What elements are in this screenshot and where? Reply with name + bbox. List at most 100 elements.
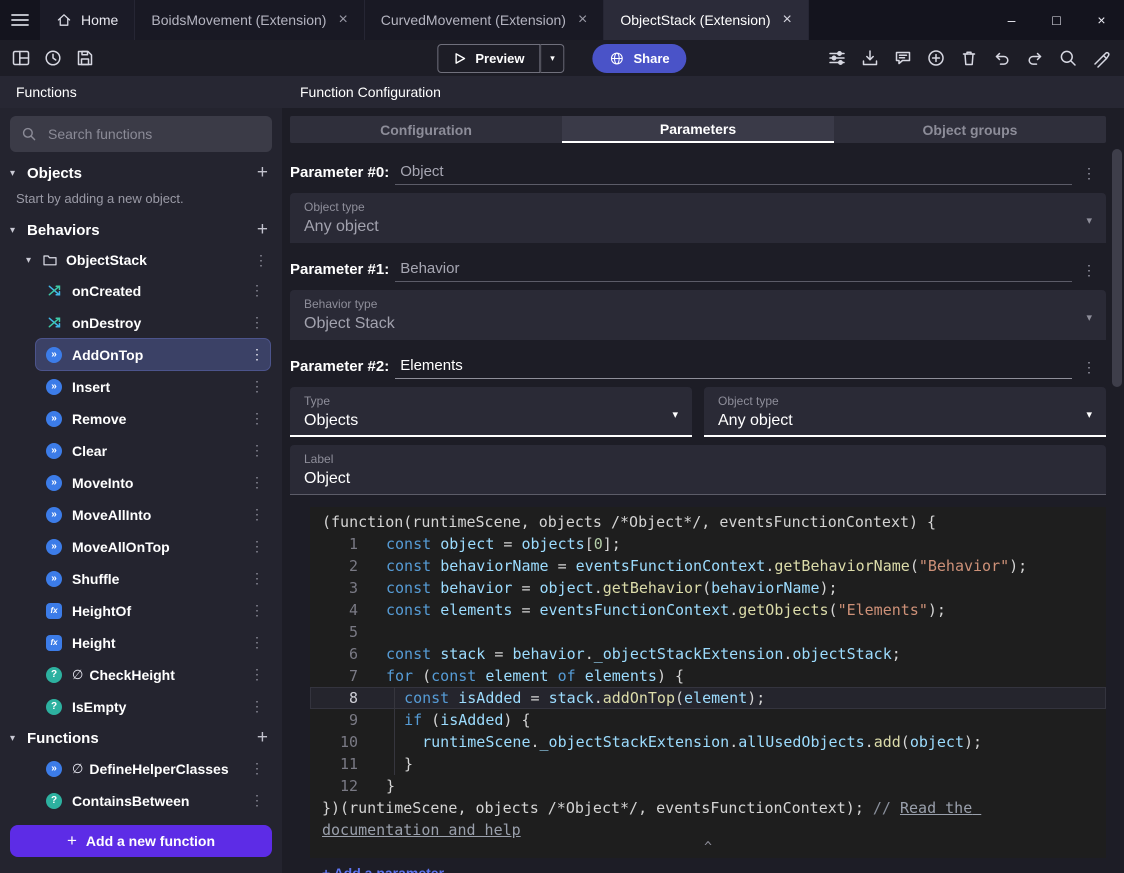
- overflow-menu-icon[interactable]: ⋮: [250, 474, 264, 491]
- preview-options-chevron-icon[interactable]: ▾: [540, 43, 565, 73]
- debugger-icon[interactable]: [824, 45, 850, 71]
- trash-icon[interactable]: [956, 45, 982, 71]
- close-tab-icon[interactable]: ×: [578, 12, 587, 28]
- feedback-icon[interactable]: [890, 45, 916, 71]
- object-type-field[interactable]: Object type Any object ▾: [704, 387, 1106, 437]
- section-behaviors[interactable]: ▾ Behaviors +: [0, 215, 282, 245]
- section-functions[interactable]: ▾ Functions +: [0, 723, 282, 753]
- parameter-name-input[interactable]: Elements: [395, 357, 1072, 379]
- code-line[interactable]: 7 for (const element of elements) {: [310, 665, 1106, 687]
- search-box[interactable]: [10, 116, 272, 152]
- function-item-shuffle[interactable]: » Shuffle ⋮: [36, 563, 270, 594]
- panels-icon[interactable]: [8, 45, 34, 71]
- function-item-heightof[interactable]: fx HeightOf ⋮: [36, 595, 270, 626]
- search-input[interactable]: [46, 125, 261, 143]
- code-line[interactable]: 5: [310, 621, 1106, 643]
- function-item-clear[interactable]: » Clear ⋮: [36, 435, 270, 466]
- overflow-menu-icon[interactable]: ⋮: [250, 378, 264, 395]
- overflow-menu-icon[interactable]: ⋮: [250, 346, 264, 363]
- scrollbar-thumb[interactable]: [1112, 149, 1122, 387]
- publish-icon[interactable]: [857, 45, 883, 71]
- code-line[interactable]: 12}: [310, 775, 1106, 797]
- function-item-checkheight[interactable]: ? ∅ CheckHeight ⋮: [36, 659, 270, 690]
- parameter-options-icon[interactable]: ⋮: [1072, 165, 1106, 185]
- type-field[interactable]: Type Objects ▾: [290, 387, 692, 437]
- code-line[interactable]: 10 runtimeScene._objectStackExtension.al…: [310, 731, 1106, 753]
- tab-home[interactable]: Home: [40, 0, 136, 40]
- close-button[interactable]: ×: [1079, 0, 1124, 40]
- parameter-options-icon[interactable]: ⋮: [1072, 359, 1106, 379]
- function-item-remove[interactable]: » Remove ⋮: [36, 403, 270, 434]
- overflow-menu-icon[interactable]: ⋮: [250, 602, 264, 619]
- function-item-insert[interactable]: » Insert ⋮: [36, 371, 270, 402]
- close-tab-icon[interactable]: ×: [338, 12, 347, 28]
- overflow-menu-icon[interactable]: ⋮: [250, 314, 264, 331]
- object-type-field[interactable]: Object type Any object ▾: [290, 193, 1106, 243]
- function-item-ondestroy[interactable]: onDestroy ⋮: [36, 307, 270, 338]
- code-line[interactable]: 2 const behaviorName = eventsFunctionCont…: [310, 555, 1106, 577]
- tab-configuration[interactable]: Configuration: [290, 116, 562, 143]
- function-item-moveinto[interactable]: » MoveInto ⋮: [36, 467, 270, 498]
- minimize-button[interactable]: –: [989, 0, 1034, 40]
- code-line[interactable]: 1 const object = objects[0];: [310, 533, 1106, 555]
- overflow-menu-icon[interactable]: ⋮: [250, 698, 264, 715]
- add-new-function-button[interactable]: + Add a new function: [10, 825, 272, 857]
- function-item-addontop[interactable]: » AddOnTop ⋮: [36, 339, 270, 370]
- overflow-menu-icon[interactable]: ⋮: [250, 538, 264, 555]
- code-line[interactable]: 3 const behavior = object.getBehavior(beh…: [310, 577, 1106, 599]
- function-item-containsbetween[interactable]: ? ContainsBetween ⋮: [36, 785, 270, 816]
- overflow-menu-icon[interactable]: ⋮: [250, 282, 264, 299]
- function-item-oncreated[interactable]: onCreated ⋮: [36, 275, 270, 306]
- code-editor[interactable]: (function(runtimeScene, objects /*Object…: [310, 507, 1106, 858]
- overflow-menu-icon[interactable]: ⋮: [250, 634, 264, 651]
- tab-object-groups[interactable]: Object groups: [834, 116, 1106, 143]
- search-icon[interactable]: [1055, 45, 1081, 71]
- editor-expand-icon[interactable]: ^: [310, 841, 1106, 856]
- overflow-menu-icon[interactable]: ⋮: [250, 506, 264, 523]
- add-behavior-button[interactable]: +: [257, 219, 268, 241]
- close-tab-icon[interactable]: ×: [782, 12, 791, 28]
- parameter-name-input[interactable]: Object: [395, 163, 1072, 185]
- section-objects[interactable]: ▾ Objects +: [0, 158, 282, 188]
- function-item-height[interactable]: fx Height ⋮: [36, 627, 270, 658]
- tab-objectstack-extension[interactable]: ObjectStack (Extension) ×: [604, 0, 809, 40]
- add-parameter-button[interactable]: + Add a parameter: [322, 865, 1124, 873]
- code-line[interactable]: 6 const stack = behavior._objectStackExte…: [310, 643, 1106, 665]
- undo-icon[interactable]: [989, 45, 1015, 71]
- code-line[interactable]: 11 }: [310, 753, 1106, 775]
- theme-icon[interactable]: [1088, 45, 1114, 71]
- main-scrollbar[interactable]: [1112, 143, 1122, 871]
- add-icon[interactable]: [923, 45, 949, 71]
- code-line[interactable]: 4 const elements = eventsFunctionContext.…: [310, 599, 1106, 621]
- overflow-menu-icon[interactable]: ⋮: [250, 410, 264, 427]
- overflow-menu-icon[interactable]: ⋮: [250, 666, 264, 683]
- redo-icon[interactable]: [1022, 45, 1048, 71]
- parameter-name-input[interactable]: Behavior: [395, 260, 1072, 282]
- tab-boidsmovement-extension[interactable]: BoidsMovement (Extension) ×: [135, 0, 365, 40]
- overflow-menu-icon[interactable]: ⋮: [250, 570, 264, 587]
- preview-button[interactable]: Preview: [437, 43, 541, 73]
- overflow-menu-icon[interactable]: ⋮: [250, 442, 264, 459]
- add-object-button[interactable]: +: [257, 162, 268, 184]
- function-item-moveallontop[interactable]: » MoveAllOnTop ⋮: [36, 531, 270, 562]
- function-item-definehelperclasses[interactable]: » ∅ DefineHelperClasses ⋮: [36, 753, 270, 784]
- tab-parameters[interactable]: Parameters: [562, 116, 834, 143]
- behavior-node-objectstack[interactable]: ▾ ObjectStack ⋮: [0, 245, 282, 275]
- share-button[interactable]: Share: [592, 43, 687, 73]
- function-item-moveallinto[interactable]: » MoveAllInto ⋮: [36, 499, 270, 530]
- function-item-isempty[interactable]: ? IsEmpty ⋮: [36, 691, 270, 722]
- tab-curvedmovement-extension[interactable]: CurvedMovement (Extension) ×: [364, 0, 605, 40]
- overflow-menu-icon[interactable]: ⋮: [254, 252, 268, 269]
- add-function-plus-button[interactable]: +: [257, 727, 268, 749]
- history-icon[interactable]: [40, 45, 66, 71]
- code-line[interactable]: 8 const isAdded = stack.addOnTop(element…: [310, 687, 1106, 709]
- hamburger-menu-icon[interactable]: [0, 0, 40, 40]
- overflow-menu-icon[interactable]: ⋮: [250, 792, 264, 809]
- code-line[interactable]: 9 if (isAdded) {: [310, 709, 1106, 731]
- save-icon[interactable]: [72, 45, 98, 71]
- overflow-menu-icon[interactable]: ⋮: [250, 760, 264, 777]
- maximize-button[interactable]: □: [1034, 0, 1079, 40]
- behavior-type-field[interactable]: Behavior type Object Stack ▾: [290, 290, 1106, 340]
- label-field[interactable]: Label Object: [290, 445, 1106, 495]
- parameter-options-icon[interactable]: ⋮: [1072, 262, 1106, 282]
